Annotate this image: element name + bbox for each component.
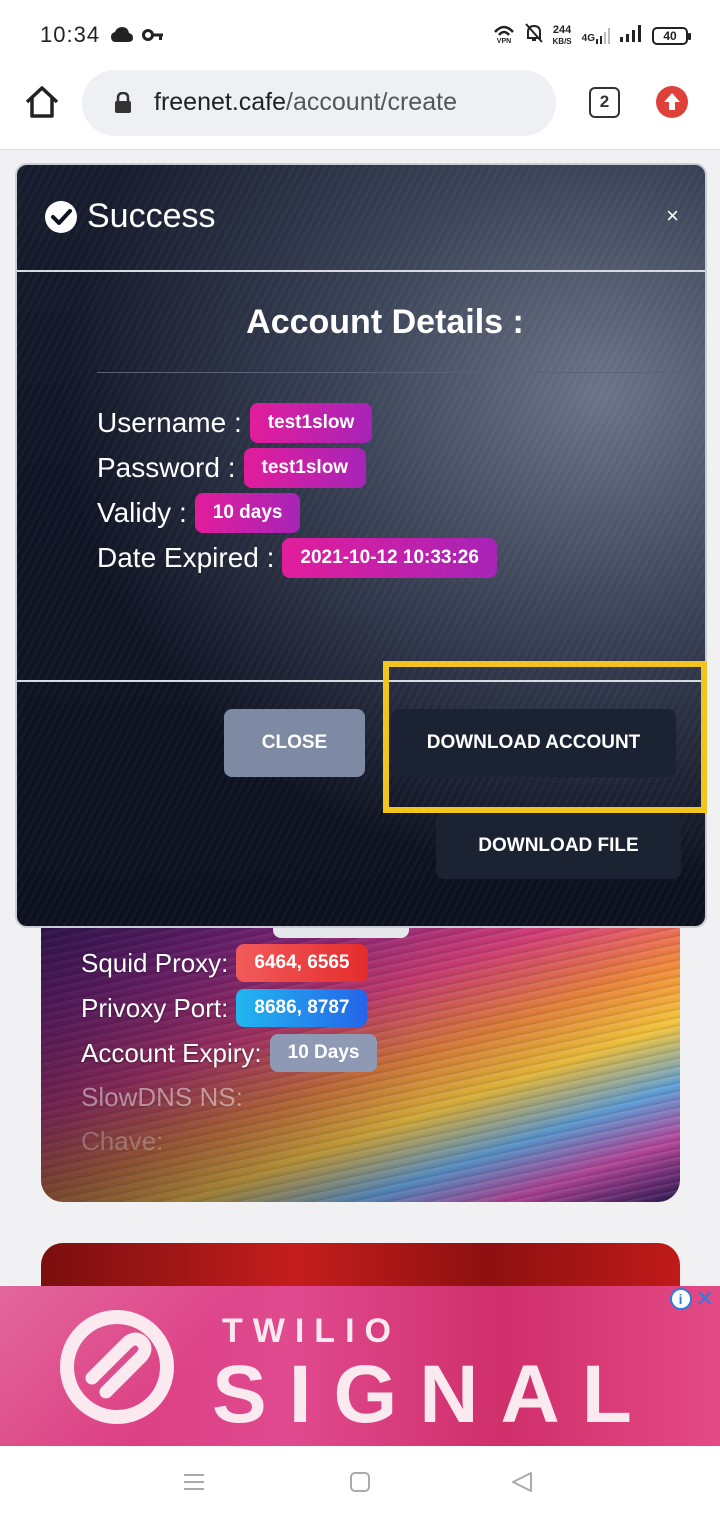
ad-info-icon[interactable]: i (669, 1288, 692, 1310)
net-speed-value: 244 (552, 23, 572, 36)
home-square-icon[interactable] (348, 1470, 372, 1499)
header-divider (17, 270, 705, 272)
recent-apps-icon[interactable] (182, 1470, 206, 1499)
account-expiry-value: 10 Days (269, 1034, 378, 1072)
section-divider (97, 372, 679, 373)
check-circle-icon (44, 200, 78, 239)
modal-header: Success × (17, 165, 705, 270)
ad-brand: TWILIO (222, 1312, 401, 1350)
account-expiry-row: Account Expiry: 10 Days (81, 1034, 378, 1072)
validity-row: Validy : 10 days (97, 493, 301, 533)
svg-text:VPN: VPN (496, 38, 510, 44)
validity-value: 10 days (194, 493, 301, 533)
network-type: 4G (581, 32, 595, 44)
url-path: /account/create (286, 88, 457, 116)
chave-row: Chave: (81, 1126, 163, 1157)
username-row: Username : test1slow (97, 403, 373, 443)
squid-proxy-value: 6464, 6565 (236, 944, 368, 982)
account-details-heading: Account Details : (246, 303, 524, 341)
battery-icon: 40 (652, 26, 691, 45)
password-value: test1slow (243, 448, 367, 488)
mute-icon (524, 23, 543, 48)
privoxy-port-row: Privoxy Port: 8686, 8787 (81, 989, 368, 1027)
net-speed-unit: KB/S (552, 36, 572, 46)
signal-icon (620, 24, 642, 47)
password-row: Password : test1slow (97, 448, 367, 488)
close-icon[interactable]: × (666, 205, 679, 227)
privoxy-port-label: Privoxy Port: (81, 992, 229, 1023)
tabs-button[interactable]: 2 (589, 87, 620, 118)
net-speed: 244 KB/S (552, 23, 572, 47)
ad-product: SIGNAL (212, 1349, 654, 1440)
validity-label: Validy : (97, 497, 187, 528)
back-triangle-icon[interactable] (510, 1470, 534, 1499)
chave-label: Chave: (81, 1126, 164, 1156)
cloud-icon (110, 26, 134, 49)
success-modal: Success × Account Details : Username : t… (15, 163, 707, 928)
download-file-button[interactable]: DOWNLOAD FILE (436, 813, 681, 879)
close-button[interactable]: CLOSE (224, 709, 365, 777)
squid-proxy-row: Squid Proxy: 6464, 6565 (81, 944, 368, 982)
account-expiry-label: Account Expiry: (81, 1037, 262, 1068)
date-expired-row: Date Expired : 2021-10-12 10:33:26 (97, 538, 497, 578)
address-bar[interactable]: freenet.cafe/account/create (82, 70, 556, 136)
url-text[interactable]: freenet.cafe/account/create (154, 88, 457, 117)
status-bar: 10:34 VPN 244 KB/S 4G 40 (0, 0, 720, 70)
ad-close-icon[interactable]: ✕ (696, 1288, 714, 1310)
modal-title: Success (87, 197, 216, 235)
signal-4g-icon: 4G (581, 27, 610, 44)
ad-controls: i ✕ (669, 1288, 714, 1310)
vpn-icon: VPN (493, 22, 515, 49)
ad-banner[interactable]: TWILIO SIGNAL i ✕ (0, 1286, 720, 1446)
privoxy-port-value: 8686, 8787 (236, 989, 368, 1027)
slowdns-ns-label: SlowDNS NS: (81, 1082, 243, 1112)
update-arrow-icon[interactable] (656, 86, 688, 118)
squid-proxy-label: Squid Proxy: (81, 947, 229, 978)
server-info-card: Squid Proxy: 6464, 6565 Privoxy Port: 86… (41, 900, 680, 1202)
slowdns-ns-row: SlowDNS NS: (81, 1082, 243, 1113)
url-host: freenet.cafe (154, 88, 287, 116)
browser-toolbar: freenet.cafe/account/create 2 (0, 70, 720, 150)
status-time: 10:34 (40, 22, 101, 47)
home-icon[interactable] (22, 82, 62, 122)
password-label: Password : (97, 452, 236, 483)
date-expired-value: 2021-10-12 10:33:26 (282, 538, 497, 578)
date-expired-label: Date Expired : (97, 542, 275, 573)
username-label: Username : (97, 407, 242, 438)
highlight-annotation (383, 661, 707, 813)
system-nav-bar (0, 1446, 720, 1520)
lock-icon[interactable] (114, 91, 132, 119)
twilio-logo-icon (58, 1308, 176, 1431)
username-value: test1slow (249, 403, 373, 443)
key-icon (142, 26, 164, 49)
